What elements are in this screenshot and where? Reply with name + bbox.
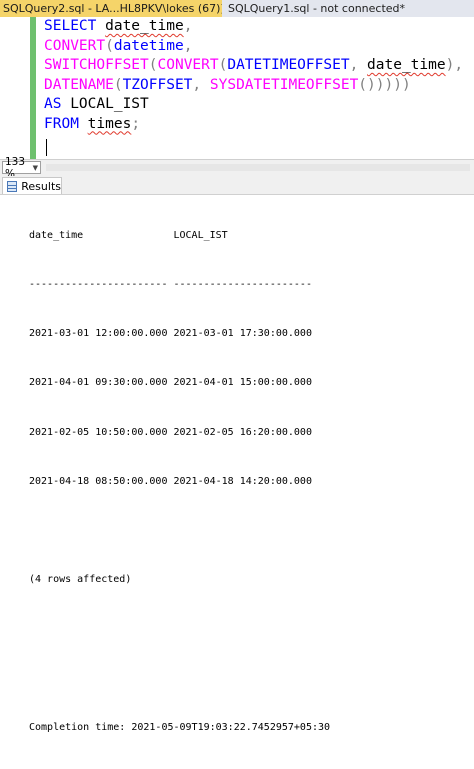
code-token: ())))) xyxy=(358,76,411,93)
code-token: , xyxy=(349,57,368,73)
result-row: 2021-04-01 09:30:00.000 2021-04-01 15:00… xyxy=(29,377,312,389)
code-token: TZOFFSET xyxy=(122,76,193,93)
document-tab-bar: SQLQuery2.sql - LA...HL8PKV\lokes (67))*… xyxy=(0,0,474,17)
code-line: SWITCHOFFSET(CONVERT(DATETIMEOFFSET, dat… xyxy=(44,56,463,76)
chevron-down-icon: ▼ xyxy=(32,163,38,172)
change-tracking-bar xyxy=(30,17,36,159)
code-token: times xyxy=(87,115,132,132)
code-line: FROM times; xyxy=(44,115,463,135)
code-token: date_time xyxy=(105,18,184,34)
results-pane: date_time LOCAL_IST --------------------… xyxy=(0,195,474,733)
query-editor[interactable]: SELECT date_time, CONVERT(datetime, SWITCH… xyxy=(0,17,474,159)
grid-icon xyxy=(7,180,18,192)
code-token: date_time xyxy=(367,57,446,73)
code-token: DATETIMEOFFSET xyxy=(227,57,350,73)
code-token: AS xyxy=(44,96,71,112)
tab-label: SQLQuery1.sql - not connected* xyxy=(228,2,406,15)
code-token: ; xyxy=(131,115,141,132)
result-row: 2021-03-01 12:00:00.000 2021-03-01 17:30… xyxy=(29,328,312,340)
code-token: , xyxy=(192,76,210,93)
code-token: ), xyxy=(445,57,464,73)
rows-affected-message: (4 rows affected) xyxy=(29,574,132,586)
results-separator: ----------------------- ----------------… xyxy=(29,279,312,291)
results-tab-label: Results xyxy=(21,179,61,193)
results-tab-bar: Results xyxy=(0,176,474,195)
tab-sqlquery1[interactable]: SQLQuery1.sql - not connected* xyxy=(222,0,410,17)
code-token: ( xyxy=(148,57,158,73)
zoom-dropdown[interactable]: 133 % ▼ xyxy=(2,156,41,180)
code-token: DATENAME xyxy=(44,76,114,93)
code-token: FROM xyxy=(44,115,88,132)
results-header: date_time LOCAL_IST xyxy=(29,229,228,241)
horizontal-scrollbar[interactable] xyxy=(46,164,470,171)
code-token: ( xyxy=(105,37,114,54)
code-token: LOCAL_IST xyxy=(70,96,149,112)
editor-status-row: 133 % ▼ xyxy=(0,156,474,180)
results-text: date_time LOCAL_IST --------------------… xyxy=(29,195,330,769)
code-token: SWITCHOFFSET xyxy=(44,57,149,73)
tab-results[interactable]: Results xyxy=(2,177,62,194)
result-row: 2021-02-05 10:50:00.000 2021-02-05 16:20… xyxy=(29,426,312,438)
code-line: SELECT date_time, xyxy=(44,17,463,37)
tab-sqlquery2[interactable]: SQLQuery2.sql - LA...HL8PKV\lokes (67))*… xyxy=(0,0,222,17)
tab-label: SQLQuery2.sql - LA...HL8PKV\lokes (67))* xyxy=(3,2,222,15)
code-line: CONVERT(datetime, xyxy=(44,37,463,57)
code-token: , xyxy=(183,18,193,34)
editor-gutter xyxy=(0,17,30,159)
sql-code[interactable]: SELECT date_time, CONVERT(datetime, SWITCH… xyxy=(44,17,463,134)
code-token: SYSDATETIMEOFFSET xyxy=(209,76,359,93)
code-token: CONVERT xyxy=(157,57,219,73)
text-caret xyxy=(46,139,47,156)
completion-time-message: Completion time: 2021-05-09T19:03:22.745… xyxy=(29,721,331,733)
code-token: SELECT xyxy=(44,18,106,34)
code-line: DATENAME(TZOFFSET, SYSDATETIMEOFFSET()))… xyxy=(44,76,463,96)
code-line: AS LOCAL_IST xyxy=(44,95,463,115)
code-token: datetime xyxy=(113,37,184,54)
code-token: CONVERT xyxy=(44,37,106,54)
result-row: 2021-04-18 08:50:00.000 2021-04-18 14:20… xyxy=(29,475,312,487)
code-token: ( xyxy=(113,76,123,93)
code-token: , xyxy=(183,37,193,54)
